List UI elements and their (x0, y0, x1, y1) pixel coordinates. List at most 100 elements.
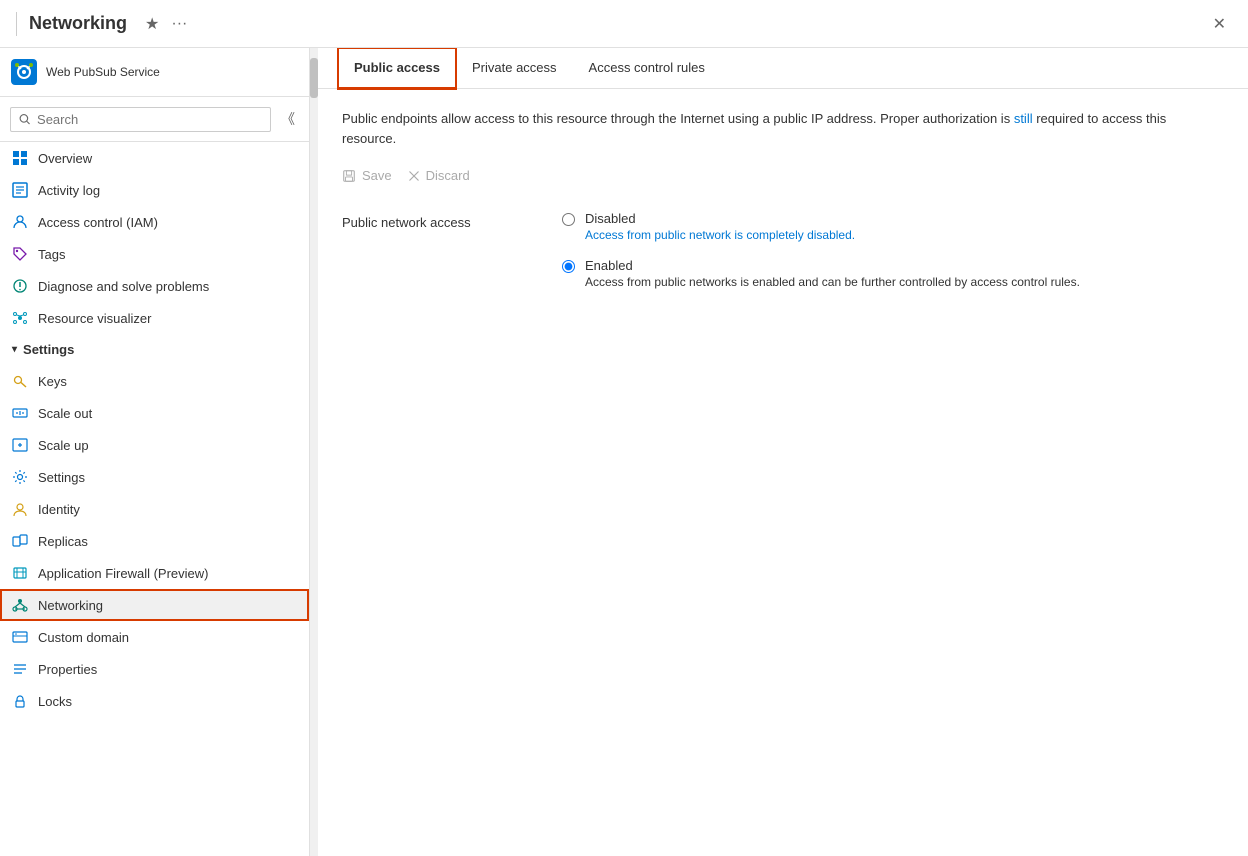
sidebar-item-locks[interactable]: Locks (0, 685, 309, 717)
sidebar-item-label: Networking (38, 598, 103, 613)
domain-icon (12, 629, 28, 645)
sidebar-item-label: Resource visualizer (38, 311, 151, 326)
sidebar-item-label: Diagnose and solve problems (38, 279, 209, 294)
content-tabs: Public access Private access Access cont… (318, 48, 1248, 89)
sidebar-scrollbar[interactable] (310, 48, 318, 856)
sidebar-nav: Overview Activity log Access control (IA… (0, 142, 309, 856)
sidebar-item-label: Keys (38, 374, 67, 389)
collapse-button[interactable]: 《 (277, 105, 299, 133)
settings-icon (12, 469, 28, 485)
search-input-wrap[interactable] (10, 107, 271, 132)
sidebar-item-scale-out[interactable]: Scale out (0, 397, 309, 429)
sidebar-item-label: Identity (38, 502, 80, 517)
sidebar-item-label: Application Firewall (Preview) (38, 566, 209, 581)
tab-label: Public access (354, 60, 440, 75)
tab-label: Private access (472, 60, 557, 75)
tab-public-access[interactable]: Public access (338, 48, 456, 89)
sidebar-item-replicas[interactable]: Replicas (0, 525, 309, 557)
sidebar-item-activity-log[interactable]: Activity log (0, 174, 309, 206)
sidebar-item-label: Scale up (38, 438, 89, 453)
sidebar-item-diagnose[interactable]: Diagnose and solve problems (0, 270, 309, 302)
sidebar-item-resource-visualizer[interactable]: Resource visualizer (0, 302, 309, 334)
radio-option-disabled: Disabled Access from public network is c… (562, 211, 1080, 242)
sidebar: Web PubSub Service 《 Overview (0, 48, 310, 856)
radio-text-disabled: Disabled Access from public network is c… (585, 211, 855, 242)
sidebar-item-label: Activity log (38, 183, 100, 198)
sidebar-item-label: Tags (38, 247, 65, 262)
still-link[interactable]: still (1014, 111, 1033, 126)
main-layout: Web PubSub Service 《 Overview (0, 48, 1248, 856)
form-label: Public network access (342, 215, 522, 230)
content-area: Public access Private access Access cont… (318, 48, 1248, 856)
form-section: Public network access Disabled Access fr… (342, 211, 1224, 289)
radio-disabled[interactable] (562, 213, 575, 226)
radio-enabled[interactable] (562, 260, 575, 273)
sidebar-item-properties[interactable]: Properties (0, 653, 309, 685)
service-logo (8, 56, 40, 88)
overview-icon (12, 150, 28, 166)
close-button[interactable]: ✕ (1207, 10, 1232, 38)
separator (16, 12, 17, 36)
tags-icon (12, 246, 28, 262)
replicas-icon (12, 533, 28, 549)
sidebar-item-custom-domain[interactable]: Custom domain (0, 621, 309, 653)
sidebar-item-settings[interactable]: Settings (0, 461, 309, 493)
radio-desc-disabled: Access from public network is completely… (585, 228, 855, 242)
sidebar-item-label: Replicas (38, 534, 88, 549)
content-description: Public endpoints allow access to this re… (342, 109, 1224, 148)
search-container: 《 (0, 97, 309, 142)
sidebar-item-access-control[interactable]: Access control (IAM) (0, 206, 309, 238)
sidebar-item-scale-up[interactable]: Scale up (0, 429, 309, 461)
tab-access-control-rules[interactable]: Access control rules (573, 48, 721, 89)
sidebar-item-label: Scale out (38, 406, 92, 421)
search-input[interactable] (37, 112, 262, 127)
content-body: Public endpoints allow access to this re… (318, 89, 1248, 309)
discard-button[interactable]: Discard (408, 164, 470, 187)
sidebar-item-networking[interactable]: Networking (0, 589, 309, 621)
tab-private-access[interactable]: Private access (456, 48, 573, 89)
save-icon (342, 169, 356, 183)
search-icon (19, 113, 31, 126)
iam-icon (12, 214, 28, 230)
radio-label-enabled: Enabled (585, 258, 1080, 273)
diagnose-icon (12, 278, 28, 294)
sidebar-item-label: Properties (38, 662, 97, 677)
locks-icon (12, 693, 28, 709)
sidebar-item-label: Settings (38, 470, 85, 485)
content-scroll: Public access Private access Access cont… (318, 48, 1248, 856)
sidebar-item-label: Custom domain (38, 630, 129, 645)
page-title: Networking (29, 13, 127, 34)
settings-section-header[interactable]: ▾ Settings (0, 334, 309, 365)
firewall-icon (12, 565, 28, 581)
sidebar-item-identity[interactable]: Identity (0, 493, 309, 525)
discard-label: Discard (426, 168, 470, 183)
radio-option-enabled: Enabled Access from public networks is e… (562, 258, 1080, 289)
identity-icon (12, 501, 28, 517)
radio-text-enabled: Enabled Access from public networks is e… (585, 258, 1080, 289)
scaleup-icon (12, 437, 28, 453)
sidebar-item-label: Access control (IAM) (38, 215, 158, 230)
service-header: Web PubSub Service (0, 48, 309, 97)
sidebar-item-overview[interactable]: Overview (0, 142, 309, 174)
activity-log-icon (12, 182, 28, 198)
top-bar: Networking ★ ··· ✕ (0, 0, 1248, 48)
radio-group: Disabled Access from public network is c… (562, 211, 1080, 289)
sidebar-item-label: Locks (38, 694, 72, 709)
sidebar-item-app-firewall[interactable]: Application Firewall (Preview) (0, 557, 309, 589)
visualizer-icon (12, 310, 28, 326)
more-options-button[interactable]: ··· (165, 11, 193, 37)
properties-icon (12, 661, 28, 677)
scaleout-icon (12, 405, 28, 421)
favorite-button[interactable]: ★ (139, 10, 165, 38)
radio-desc-enabled: Access from public networks is enabled a… (585, 275, 1080, 289)
sidebar-item-tags[interactable]: Tags (0, 238, 309, 270)
save-button[interactable]: Save (342, 164, 392, 187)
action-bar: Save Discard (342, 164, 1224, 187)
settings-section-label: Settings (23, 342, 74, 357)
save-label: Save (362, 168, 392, 183)
discard-icon (408, 170, 420, 182)
networking-icon (12, 597, 28, 613)
scrollbar-thumb[interactable] (310, 58, 318, 98)
sidebar-item-keys[interactable]: Keys (0, 365, 309, 397)
tab-label: Access control rules (589, 60, 705, 75)
